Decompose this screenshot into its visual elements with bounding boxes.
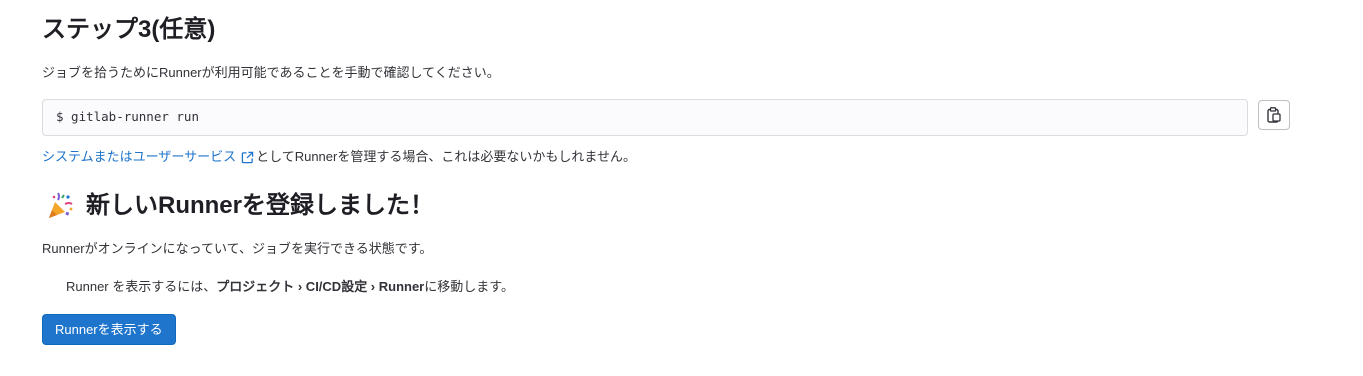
clipboard-icon <box>1267 107 1281 123</box>
step-title: ステップ3(任意) <box>42 16 216 43</box>
service-note-text: としてRunnerを管理する場合、これは必要ないかもしれません。 <box>256 149 636 164</box>
success-heading: 新しいRunnerを登録しました！ <box>42 190 434 222</box>
external-link-icon[interactable] <box>241 151 254 164</box>
step-description: ジョブを拾うためにRunnerが利用可能であることを手動で確認してください。 <box>42 65 500 80</box>
command-text: $ gitlab-runner run <box>56 109 199 124</box>
nav-hint-prefix: Runner を表示するには、 <box>66 279 217 294</box>
online-status-text: Runnerがオンラインになっていて、ジョブを実行できる状態です。 <box>42 241 433 256</box>
success-title: 新しいRunnerを登録しました！ <box>86 192 434 219</box>
service-note: システムまたはユーザーサービス としてRunnerを管理する場合、これは必要ない… <box>42 147 636 167</box>
party-popper-icon <box>49 192 73 218</box>
copy-command-button[interactable] <box>1258 100 1290 130</box>
command-code-block: $ gitlab-runner run <box>42 99 1248 136</box>
system-user-service-link[interactable]: システムまたはユーザーサービス <box>42 147 236 167</box>
nav-hint-path: プロジェクト › CI/CD設定 › Runner <box>216 279 425 294</box>
nav-hint-suffix: に移動します。 <box>424 279 514 294</box>
view-runners-button[interactable]: Runnerを表示する <box>42 314 176 345</box>
navigation-hint: Runner を表示するには、プロジェクト › CI/CD設定 › Runner… <box>66 277 514 297</box>
